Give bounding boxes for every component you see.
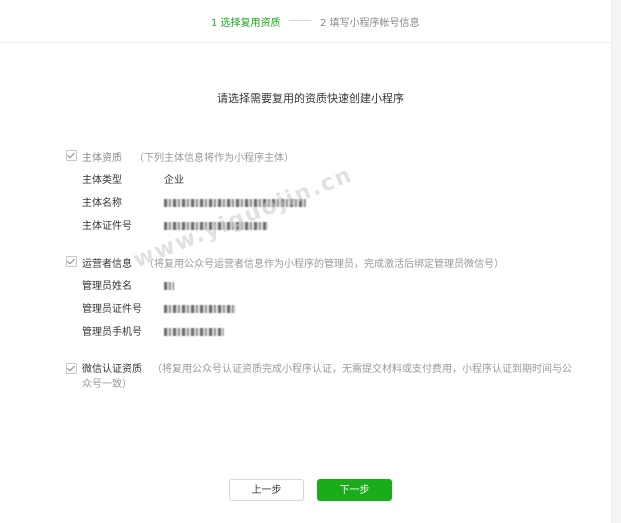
admin-name-value-redacted xyxy=(164,282,174,290)
step-divider xyxy=(289,20,311,21)
admin-id-value-redacted xyxy=(164,305,236,313)
subject-id-row: 主体证件号 xyxy=(82,217,268,232)
operator-checkbox[interactable] xyxy=(66,256,77,267)
wechat-cert-title: 微信认证资质 xyxy=(82,364,142,375)
subject-type-row: 主体类型 企业 xyxy=(82,171,184,186)
subject-checkbox[interactable] xyxy=(66,150,77,161)
admin-phone-row: 管理员手机号 xyxy=(82,323,224,338)
subject-id-label: 主体证件号 xyxy=(82,221,132,232)
subject-type-label: 主体类型 xyxy=(82,175,122,186)
subject-name-row: 主体名称 xyxy=(82,194,306,209)
scrollbar-track[interactable] xyxy=(611,0,621,523)
wechat-cert-desc: （将复用公众号认证资质完成小程序认证，无需提交材料或支付费用，小程序认证到期时间… xyxy=(82,364,572,390)
wechat-cert-text: 微信认证资质 （将复用公众号认证资质完成小程序认证，无需提交材料或支付费用，小程序… xyxy=(82,362,572,392)
page-title: 请选择需要复用的资质快速创建小程序 xyxy=(217,92,404,105)
next-step-button[interactable]: 下一步 xyxy=(317,479,392,501)
subject-name-label: 主体名称 xyxy=(82,198,122,209)
subject-type-value: 企业 xyxy=(164,175,184,186)
prev-step-button[interactable]: 上一步 xyxy=(229,479,304,501)
subject-name-value-redacted xyxy=(164,199,306,207)
step-indicator: 1 选择复用资质 2 填写小程序帐号信息 xyxy=(0,0,621,43)
admin-id-label: 管理员证件号 xyxy=(82,304,142,315)
operator-desc: （将复用公众号运营者信息作为小程序的管理员，完成激活后绑定管理员微信号） xyxy=(144,259,504,270)
operator-title: 运营者信息 （将复用公众号运营者信息作为小程序的管理员，完成激活后绑定管理员微信号… xyxy=(82,259,504,270)
subject-title: 主体资质 （下列主体信息将作为小程序主体） xyxy=(82,153,294,164)
subject-desc: （下列主体信息将作为小程序主体） xyxy=(134,153,294,164)
admin-phone-value-redacted xyxy=(164,328,224,336)
wechat-cert-checkbox[interactable] xyxy=(66,363,77,374)
step-1-label: 1 选择复用资质 xyxy=(211,18,281,29)
step-2-label: 2 填写小程序帐号信息 xyxy=(320,18,420,29)
admin-id-row: 管理员证件号 xyxy=(82,300,236,315)
admin-phone-label: 管理员手机号 xyxy=(82,327,142,338)
subject-id-value-redacted xyxy=(164,222,268,230)
admin-name-label: 管理员姓名 xyxy=(82,281,132,292)
admin-name-row: 管理员姓名 xyxy=(82,277,174,292)
